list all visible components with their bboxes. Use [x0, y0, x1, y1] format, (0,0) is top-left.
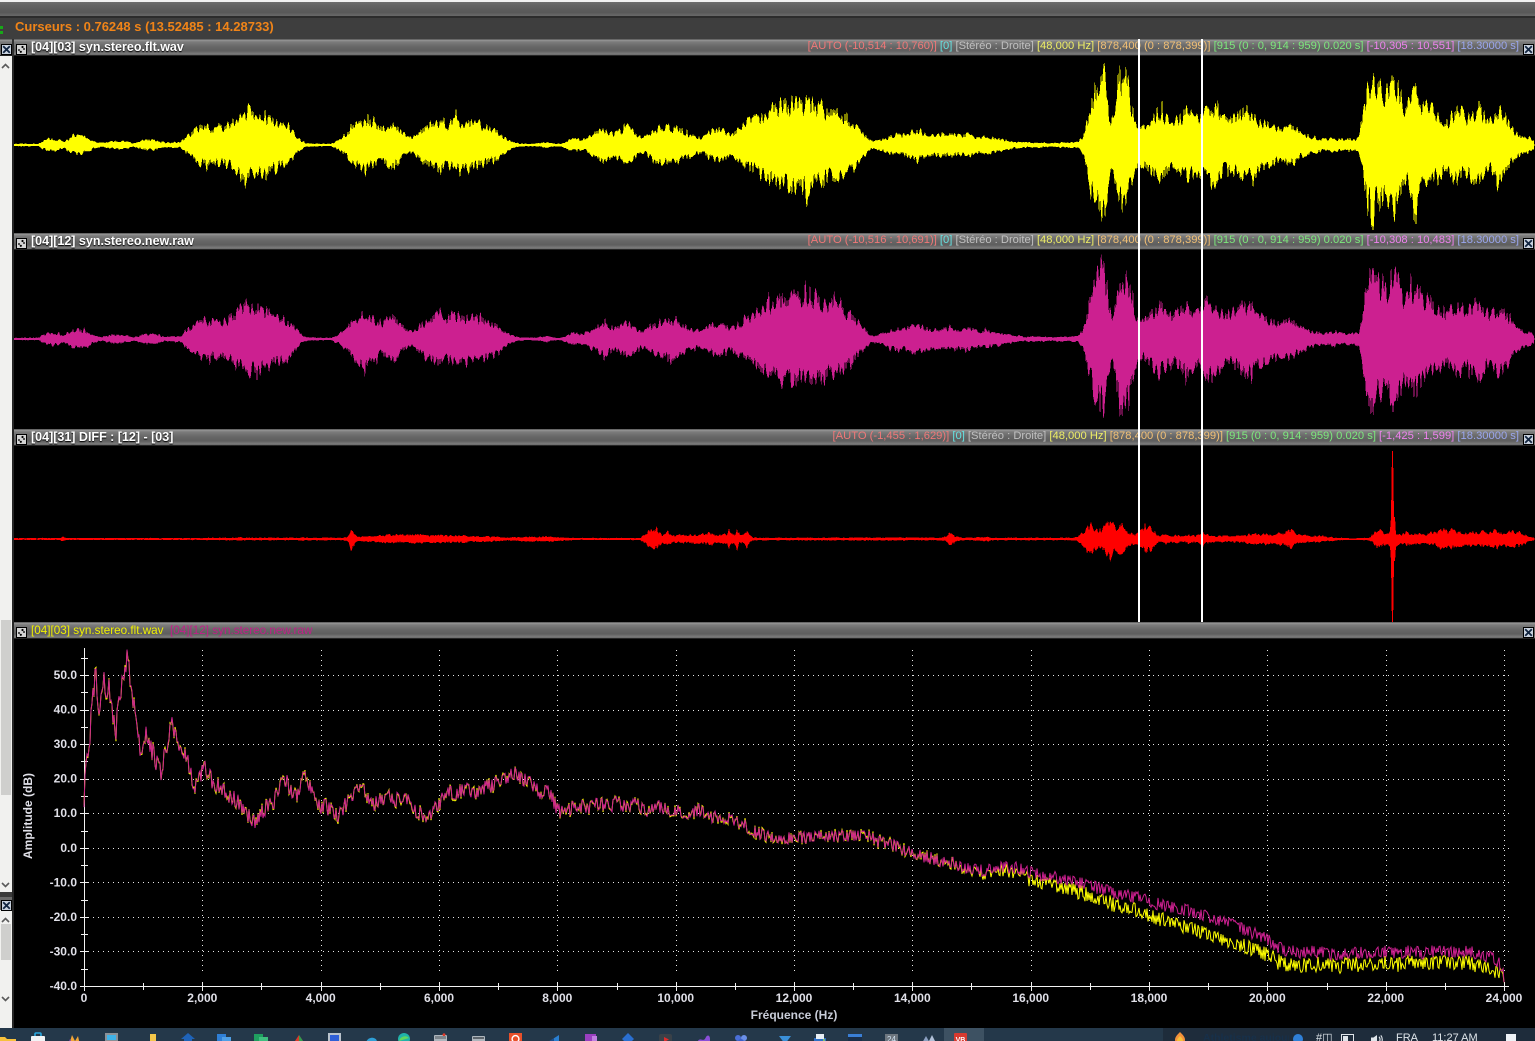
- svg-text:10,000: 10,000: [657, 991, 694, 1005]
- svg-text:4,000: 4,000: [306, 991, 336, 1005]
- svg-text:0.0: 0.0: [60, 841, 77, 855]
- svg-text:VB: VB: [956, 1037, 966, 1041]
- svg-text:Fréquence (Hz): Fréquence (Hz): [751, 1008, 838, 1022]
- svg-text:0: 0: [81, 991, 88, 1005]
- svg-text:24: 24: [887, 1035, 896, 1041]
- svg-text:6,000: 6,000: [424, 991, 454, 1005]
- svg-text:14,000: 14,000: [894, 991, 931, 1005]
- svg-text:-30.0: -30.0: [50, 944, 78, 958]
- svg-text:2,000: 2,000: [187, 991, 217, 1005]
- svg-text:-10.0: -10.0: [50, 875, 78, 889]
- svg-text:-20.0: -20.0: [50, 910, 78, 924]
- svg-text:10.0: 10.0: [54, 806, 78, 820]
- svg-text:8,000: 8,000: [542, 991, 572, 1005]
- svg-text:20.0: 20.0: [54, 772, 78, 786]
- svg-text:Amplitude (dB): Amplitude (dB): [21, 773, 35, 859]
- svg-text:12,000: 12,000: [776, 991, 813, 1005]
- svg-text:50.0: 50.0: [54, 668, 78, 682]
- svg-text:22,000: 22,000: [1367, 991, 1404, 1005]
- svg-text:18,000: 18,000: [1131, 991, 1168, 1005]
- svg-text:24,000: 24,000: [1486, 991, 1523, 1005]
- svg-text:40.0: 40.0: [54, 703, 78, 717]
- svg-text:20,000: 20,000: [1249, 991, 1286, 1005]
- svg-text:-40.0: -40.0: [50, 979, 78, 993]
- svg-text:16,000: 16,000: [1012, 991, 1049, 1005]
- svg-text:30.0: 30.0: [54, 737, 78, 751]
